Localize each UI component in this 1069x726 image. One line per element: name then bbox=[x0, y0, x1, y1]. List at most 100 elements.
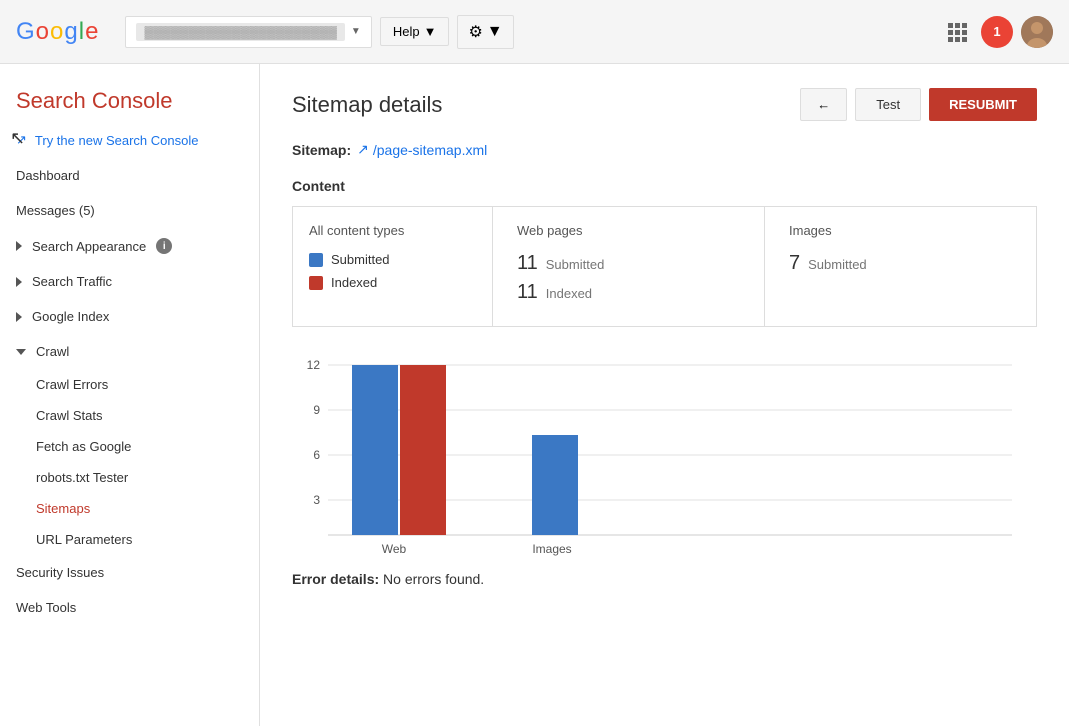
sidebar-title: Search Console bbox=[0, 72, 259, 122]
topbar: G o o g l e ▓▓▓▓▓▓▓▓▓▓▓▓▓▓▓▓▓▓▓▓▓▓ ▼ Hel… bbox=[0, 0, 1069, 64]
svg-text:3: 3 bbox=[313, 493, 320, 507]
bar-web-submitted bbox=[352, 365, 398, 535]
error-details-value: No errors found. bbox=[383, 571, 484, 587]
sidebar-item-search-traffic[interactable]: Search Traffic bbox=[0, 264, 259, 299]
sidebar-item-google-index[interactable]: Google Index bbox=[0, 299, 259, 334]
legend-submitted-label: Submitted bbox=[331, 252, 390, 267]
sidebar-item-messages[interactable]: Messages (5) bbox=[0, 193, 259, 228]
svg-text:Web: Web bbox=[382, 542, 407, 556]
sidebar-item-url-parameters[interactable]: URL Parameters bbox=[0, 524, 259, 555]
domain-text: ▓▓▓▓▓▓▓▓▓▓▓▓▓▓▓▓▓▓▓▓▓▓ bbox=[136, 23, 344, 41]
svg-text:9: 9 bbox=[313, 403, 320, 417]
help-button[interactable]: Help ▼ bbox=[380, 17, 450, 46]
content-cards: All content types Submitted Indexed Web … bbox=[292, 206, 1037, 327]
images-submitted-count: 7 bbox=[789, 252, 800, 275]
top-controls: ▓▓▓▓▓▓▓▓▓▓▓▓▓▓▓▓▓▓▓▓▓▓ ▼ Help ▼ ⚙ ▼ bbox=[109, 15, 529, 49]
web-submitted-row: 11 Submitted bbox=[517, 252, 740, 275]
url-parameters-label: URL Parameters bbox=[36, 532, 132, 547]
messages-label: Messages (5) bbox=[16, 203, 95, 218]
sidebar: ↖ Search Console ↗ Try the new Search Co… bbox=[0, 64, 260, 726]
svg-text:6: 6 bbox=[313, 448, 320, 462]
google-index-label: Google Index bbox=[32, 309, 109, 324]
main-layout: ↖ Search Console ↗ Try the new Search Co… bbox=[0, 64, 1069, 726]
sidebar-item-crawl-stats[interactable]: Crawl Stats bbox=[0, 400, 259, 431]
svg-text:12: 12 bbox=[307, 358, 321, 372]
sitemaps-label: Sitemaps bbox=[36, 501, 90, 516]
web-tools-label: Web Tools bbox=[16, 600, 76, 615]
error-details: Error details: No errors found. bbox=[292, 571, 1037, 587]
robots-txt-label: robots.txt Tester bbox=[36, 470, 128, 485]
logo-g-blue: G bbox=[16, 18, 34, 46]
sidebar-item-try-new[interactable]: ↗ Try the new Search Console bbox=[0, 122, 259, 158]
legend-submitted: Submitted bbox=[309, 252, 476, 267]
web-indexed-count: 11 bbox=[517, 281, 538, 304]
google-logo: G o o g l e bbox=[16, 18, 97, 46]
topbar-icons: 1 bbox=[941, 16, 1053, 48]
main-header: Sitemap details ← Test RESUBMIT bbox=[292, 88, 1037, 121]
try-new-label: Try the new Search Console bbox=[35, 133, 199, 148]
card-all-content: All content types Submitted Indexed bbox=[293, 207, 493, 326]
sitemap-label: Sitemap: bbox=[292, 142, 351, 158]
help-label: Help bbox=[393, 24, 420, 39]
images-submitted-label: Submitted bbox=[808, 257, 867, 272]
page-title: Sitemap details bbox=[292, 92, 442, 118]
security-issues-label: Security Issues bbox=[16, 565, 104, 580]
notification-count: 1 bbox=[993, 24, 1000, 39]
sidebar-item-web-tools[interactable]: Web Tools bbox=[0, 590, 259, 625]
external-link-icon2: ↗ bbox=[357, 141, 369, 158]
legend-indexed: Indexed bbox=[309, 275, 476, 290]
search-traffic-label: Search Traffic bbox=[32, 274, 112, 289]
domain-selector[interactable]: ▓▓▓▓▓▓▓▓▓▓▓▓▓▓▓▓▓▓▓▓▓▓ ▼ bbox=[125, 16, 371, 48]
error-details-label: Error details: bbox=[292, 571, 379, 587]
crawl-errors-label: Crawl Errors bbox=[36, 377, 108, 392]
logo-l-green: l bbox=[79, 18, 83, 46]
web-pages-label: Web pages bbox=[517, 223, 740, 238]
web-submitted-label: Submitted bbox=[546, 257, 605, 272]
bar-images-submitted bbox=[532, 435, 578, 535]
card-images: Images 7 Submitted bbox=[765, 207, 1036, 326]
sitemap-url: /page-sitemap.xml bbox=[373, 142, 487, 158]
header-actions: ← Test RESUBMIT bbox=[800, 88, 1037, 121]
resubmit-button[interactable]: RESUBMIT bbox=[929, 88, 1037, 121]
all-content-types-label: All content types bbox=[309, 223, 476, 238]
legend-dot-indexed bbox=[309, 276, 323, 290]
bar-web-indexed bbox=[400, 365, 446, 535]
user-avatar[interactable] bbox=[1021, 16, 1053, 48]
sidebar-item-crawl-errors[interactable]: Crawl Errors bbox=[0, 369, 259, 400]
test-button[interactable]: Test bbox=[855, 88, 921, 121]
logo-g-blue2: g bbox=[64, 18, 76, 46]
legend-dot-submitted bbox=[309, 253, 323, 267]
info-icon: i bbox=[156, 238, 172, 254]
crawl-stats-label: Crawl Stats bbox=[36, 408, 102, 423]
web-submitted-count: 11 bbox=[517, 252, 538, 275]
logo-o-yellow: o bbox=[50, 18, 62, 46]
logo-o-red: o bbox=[36, 18, 48, 46]
sidebar-item-sitemaps[interactable]: Sitemaps bbox=[0, 493, 259, 524]
sidebar-item-robots-txt[interactable]: robots.txt Tester bbox=[0, 462, 259, 493]
arrow-right-icon bbox=[16, 241, 22, 251]
notification-button[interactable]: 1 bbox=[981, 16, 1013, 48]
images-label: Images bbox=[789, 223, 1012, 238]
gear-icon: ⚙ bbox=[468, 22, 482, 42]
sidebar-item-dashboard[interactable]: Dashboard bbox=[0, 158, 259, 193]
search-appearance-label: Search Appearance bbox=[32, 239, 146, 254]
svg-text:Images: Images bbox=[532, 542, 571, 556]
settings-button[interactable]: ⚙ ▼ bbox=[457, 15, 513, 49]
sidebar-item-security-issues[interactable]: Security Issues bbox=[0, 555, 259, 590]
sidebar-item-search-appearance[interactable]: Search Appearance i bbox=[0, 228, 259, 264]
main-content: Sitemap details ← Test RESUBMIT Sitemap:… bbox=[260, 64, 1069, 726]
card-web-pages: Web pages 11 Submitted 11 Indexed bbox=[493, 207, 765, 326]
dashboard-label: Dashboard bbox=[16, 168, 80, 183]
arrow-right-icon3 bbox=[16, 312, 22, 322]
sitemap-link[interactable]: ↗ /page-sitemap.xml bbox=[357, 141, 487, 158]
back-button[interactable]: ← bbox=[800, 88, 847, 121]
fetch-as-google-label: Fetch as Google bbox=[36, 439, 131, 454]
arrow-right-icon2 bbox=[16, 277, 22, 287]
legend-indexed-label: Indexed bbox=[331, 275, 377, 290]
sitemap-row: Sitemap: ↗ /page-sitemap.xml bbox=[292, 141, 1037, 158]
sidebar-item-fetch-as-google[interactable]: Fetch as Google bbox=[0, 431, 259, 462]
sidebar-item-crawl[interactable]: Crawl bbox=[0, 334, 259, 369]
apps-icon[interactable] bbox=[941, 16, 973, 48]
domain-dropdown-arrow: ▼ bbox=[351, 26, 361, 37]
chart-wrapper: 12 9 6 3 Web Images bbox=[292, 351, 1037, 571]
